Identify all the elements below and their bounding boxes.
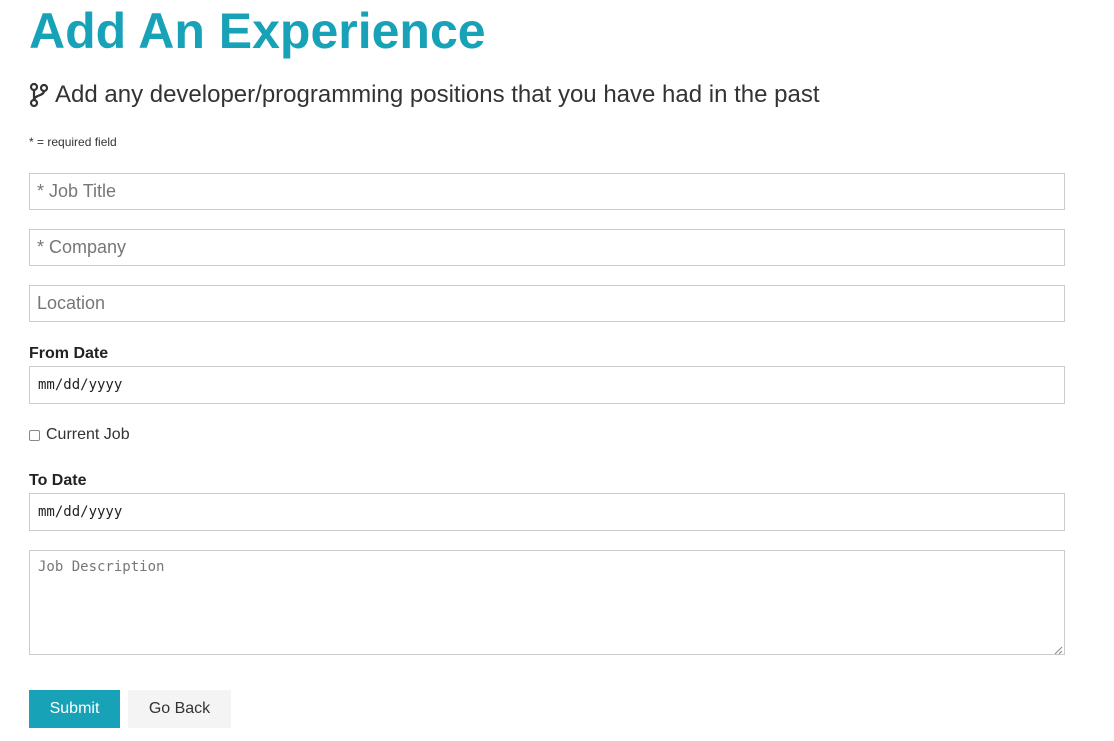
- current-job-label: Current Job: [46, 426, 130, 443]
- submit-button[interactable]: Submit: [29, 690, 120, 728]
- job-title-input[interactable]: [29, 173, 1065, 210]
- location-input[interactable]: [29, 285, 1065, 322]
- from-date-input[interactable]: mm/dd/yyyy: [29, 366, 1065, 404]
- to-date-label: To Date: [29, 472, 87, 489]
- to-date-input[interactable]: mm/dd/yyyy: [29, 493, 1065, 531]
- resize-grip-icon[interactable]: [1053, 643, 1063, 655]
- from-date-label: From Date: [29, 345, 109, 362]
- current-job-row: Current Job: [29, 426, 130, 444]
- add-experience-page: Add An Experience Add any developer/prog…: [0, 0, 1114, 741]
- job-description-placeholder: Job Description: [38, 559, 165, 575]
- code-branch-icon: [29, 82, 49, 108]
- to-date-placeholder: mm/dd/yyyy: [38, 504, 123, 520]
- page-title: Add An Experience: [29, 3, 486, 59]
- job-description-textarea[interactable]: Job Description: [29, 550, 1065, 655]
- from-date-placeholder: mm/dd/yyyy: [38, 377, 123, 393]
- company-input[interactable]: [29, 229, 1065, 266]
- go-back-button[interactable]: Go Back: [128, 690, 231, 728]
- current-job-checkbox[interactable]: [29, 429, 40, 441]
- lead-text: Add any developer/programming positions …: [55, 81, 820, 108]
- page-lead: Add any developer/programming positions …: [29, 80, 819, 110]
- required-field-note: * = required field: [29, 135, 117, 149]
